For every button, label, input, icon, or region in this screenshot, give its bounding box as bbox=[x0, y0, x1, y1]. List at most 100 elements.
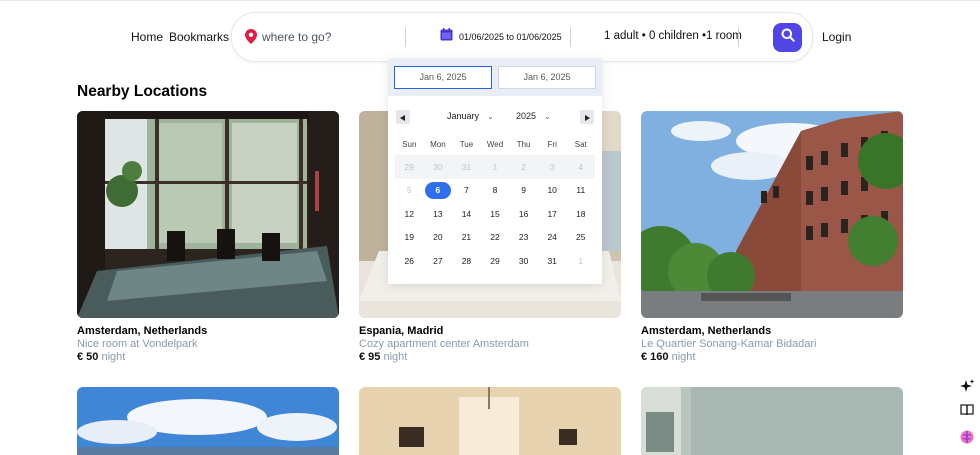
listing-price: € 160 night bbox=[641, 351, 903, 363]
calendar-week: 26 27 28 29 30 31 1 bbox=[395, 249, 595, 273]
listing-name[interactable]: Le Quartier Sonang-Kamar Bidadari bbox=[641, 338, 903, 350]
listing-name[interactable]: Cozy apartment center Amsterdam bbox=[359, 338, 621, 350]
date-inputs-row: Jan 6, 2025 Jan 6, 2025 bbox=[388, 58, 602, 96]
listing-location: Amsterdam, Netherlands bbox=[77, 325, 208, 337]
calendar-day-selected[interactable]: 6 bbox=[424, 181, 453, 199]
calendar-day[interactable]: 24 bbox=[538, 232, 567, 242]
listing-location: Espania, Madrid bbox=[359, 325, 444, 337]
calendar-day[interactable]: 12 bbox=[395, 209, 424, 219]
destination-input[interactable] bbox=[262, 27, 402, 47]
calendar-day-disabled: 2 bbox=[521, 161, 526, 172]
price-amount: € 95 bbox=[359, 351, 381, 363]
calendar-day[interactable]: 7 bbox=[452, 185, 481, 195]
calendar-day[interactable]: 10 bbox=[538, 185, 567, 195]
year-select[interactable]: 2025 ⌄ bbox=[516, 111, 551, 121]
calendar-day[interactable]: 15 bbox=[481, 209, 510, 219]
calendar-week: 5 6 7 8 9 10 11 bbox=[395, 179, 595, 203]
calendar-day[interactable]: 23 bbox=[509, 232, 538, 242]
next-month-button[interactable] bbox=[580, 110, 594, 124]
listing-photo bbox=[641, 111, 903, 318]
guests-selector[interactable]: 1 adult • 0 children •1 room bbox=[604, 30, 742, 42]
listing-price: € 50 night bbox=[77, 351, 339, 363]
calendar-day[interactable]: 13 bbox=[424, 209, 453, 219]
login-link[interactable]: Login bbox=[822, 30, 851, 44]
calendar-week: 12 13 14 15 16 17 18 bbox=[395, 202, 595, 226]
listing-photo[interactable] bbox=[641, 387, 903, 455]
listing-photo bbox=[77, 111, 339, 318]
calendar-day[interactable]: 27 bbox=[424, 256, 453, 266]
month-value: January bbox=[447, 111, 480, 121]
calendar-day[interactable]: 29 bbox=[481, 256, 510, 266]
listing-card[interactable]: Amsterdam, Netherlands Nice room at Vond… bbox=[77, 111, 339, 363]
price-amount: € 160 bbox=[641, 351, 669, 363]
section-title: Nearby Locations bbox=[77, 83, 208, 100]
calendar-day[interactable]: 30 bbox=[509, 256, 538, 266]
listing-name[interactable]: Nice room at Vondelpark bbox=[77, 338, 339, 350]
nav-home-link[interactable]: Home bbox=[131, 30, 163, 44]
calendar-day[interactable]: 20 bbox=[424, 232, 453, 242]
weekday-label: Tue bbox=[459, 139, 474, 149]
calendar-day[interactable]: 31 bbox=[538, 256, 567, 266]
calendar-day[interactable]: 18 bbox=[566, 209, 595, 219]
search-divider bbox=[405, 27, 406, 47]
calendar-day-disabled: 4 bbox=[578, 161, 584, 172]
calendar-day[interactable]: 8 bbox=[481, 185, 510, 195]
sparkle-icon[interactable] bbox=[958, 378, 976, 396]
calendar-day-disabled: 31 bbox=[461, 161, 472, 172]
book-icon[interactable] bbox=[958, 401, 976, 419]
calendar-day-disabled: 29 bbox=[404, 161, 415, 172]
weekday-label: Wed bbox=[486, 139, 504, 149]
chevron-down-icon: ⌄ bbox=[487, 112, 494, 121]
calendar-day-disabled: 30 bbox=[433, 161, 443, 172]
calendar-day[interactable]: 28 bbox=[452, 256, 481, 266]
year-value: 2025 bbox=[516, 111, 537, 121]
nav-bookmarks-link[interactable]: Bookmarks bbox=[169, 30, 229, 44]
listing-photo[interactable] bbox=[359, 387, 621, 455]
calendar-day[interactable]: 11 bbox=[566, 185, 595, 195]
search-divider bbox=[570, 27, 571, 47]
weekday-label: Sun bbox=[402, 139, 417, 149]
search-bar: 01/06/2025 to 01/06/2025 1 adult • 0 chi… bbox=[231, 12, 813, 62]
calendar-day[interactable]: 9 bbox=[509, 185, 538, 195]
weekday-header: Sun Mon Tue Wed Thu Fri Sat bbox=[395, 136, 595, 152]
calendar-icon bbox=[440, 28, 453, 46]
calendar-grid: Sun Mon Tue Wed Thu Fri Sat 29 30 31 1 2… bbox=[395, 136, 595, 273]
search-button[interactable] bbox=[773, 23, 802, 52]
price-unit: night bbox=[101, 351, 126, 363]
price-unit: night bbox=[671, 351, 696, 363]
calendar-day[interactable]: 19 bbox=[395, 232, 424, 242]
calendar-day[interactable]: 14 bbox=[452, 209, 481, 219]
calendar-day-disabled: 1 bbox=[578, 255, 584, 266]
listing-card[interactable]: Amsterdam, Netherlands Le Quartier Sonan… bbox=[641, 111, 903, 363]
start-date-input[interactable]: Jan 6, 2025 bbox=[394, 66, 492, 89]
chevron-left-icon bbox=[400, 108, 406, 126]
selected-day-label: 6 bbox=[424, 181, 451, 199]
brain-icon[interactable] bbox=[958, 428, 976, 446]
calendar-day-disabled: 3 bbox=[549, 161, 555, 172]
calendar-day[interactable]: 17 bbox=[538, 209, 567, 219]
date-picker-dropdown: Jan 6, 2025 Jan 6, 2025 January ⌄ 2025 ⌄ S… bbox=[388, 58, 602, 284]
prev-month-button[interactable] bbox=[396, 110, 410, 124]
price-amount: € 50 bbox=[77, 351, 99, 363]
date-range-picker[interactable]: 01/06/2025 to 01/06/2025 bbox=[440, 25, 565, 49]
weekday-label: Fri bbox=[547, 139, 557, 149]
month-select[interactable]: January ⌄ bbox=[447, 111, 494, 121]
calendar-day[interactable]: 21 bbox=[452, 232, 481, 242]
calendar-day[interactable]: 22 bbox=[481, 232, 510, 242]
top-border bbox=[0, 0, 980, 1]
map-pin-icon bbox=[245, 29, 257, 49]
date-range-text: 01/06/2025 to 01/06/2025 bbox=[459, 32, 562, 42]
calendar-day[interactable]: 26 bbox=[395, 256, 424, 266]
end-date-input[interactable]: Jan 6, 2025 bbox=[498, 66, 596, 89]
listing-location: Amsterdam, Netherlands bbox=[641, 325, 772, 337]
calendar-week: 19 20 21 22 23 24 25 bbox=[395, 226, 595, 250]
chevron-right-icon bbox=[584, 108, 590, 126]
calendar-day[interactable]: 16 bbox=[509, 209, 538, 219]
weekday-label: Mon bbox=[430, 139, 446, 149]
weekday-label: Thu bbox=[516, 139, 531, 149]
search-divider bbox=[738, 27, 739, 47]
calendar-day[interactable]: 25 bbox=[566, 232, 595, 242]
listing-photo[interactable] bbox=[77, 387, 339, 455]
calendar-day-disabled: 5 bbox=[406, 185, 412, 196]
chevron-down-icon: ⌄ bbox=[544, 112, 551, 121]
